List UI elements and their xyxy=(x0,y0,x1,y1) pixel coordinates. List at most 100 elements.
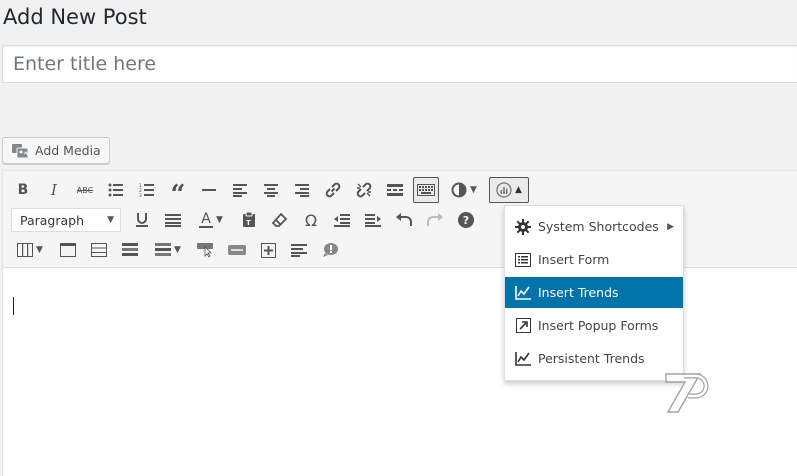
justify-icon xyxy=(165,213,181,227)
help-button[interactable]: ? xyxy=(453,207,479,233)
shortcodes-dropdown-menu: System Shortcodes ▶ Insert Form Insert T… xyxy=(504,205,684,381)
contrast-dropdown-button[interactable]: ▼ xyxy=(444,177,484,203)
align-right-button[interactable] xyxy=(289,177,315,203)
special-character-button[interactable]: Ω xyxy=(298,207,324,233)
strikethrough-icon: ABC xyxy=(76,185,94,195)
chevron-down-icon: ▼ xyxy=(470,185,477,195)
undo-button[interactable] xyxy=(391,207,417,233)
add-media-button[interactable]: Add Media xyxy=(2,137,110,164)
shortcodes-dropdown-button[interactable]: ▲ xyxy=(489,177,529,203)
toolbar-row-1: B I ABC 123 “ ▼ ▲ xyxy=(10,176,534,210)
redo-icon xyxy=(427,213,443,226)
contrast-icon xyxy=(451,182,467,198)
outdent-button[interactable] xyxy=(329,207,355,233)
label-icon xyxy=(228,245,246,255)
clear-formatting-button[interactable] xyxy=(267,207,293,233)
align-center-button[interactable] xyxy=(258,177,284,203)
text-lines-icon xyxy=(291,243,307,257)
redo-button[interactable] xyxy=(422,207,448,233)
chart-badge-icon xyxy=(496,182,512,198)
read-more-button[interactable] xyxy=(382,177,408,203)
menu-item-label: System Shortcodes xyxy=(538,219,659,234)
menu-item-label: Insert Form xyxy=(538,252,610,267)
popup-icon xyxy=(514,317,532,335)
text-cursor xyxy=(13,297,14,315)
menu-item-system-shortcodes[interactable]: System Shortcodes ▶ xyxy=(505,211,683,242)
chevron-down-icon: ▼ xyxy=(216,215,223,225)
eraser-icon xyxy=(272,212,288,227)
remove-link-button[interactable] xyxy=(351,177,377,203)
add-box-button[interactable] xyxy=(255,237,281,263)
menu-item-label: Insert Popup Forms xyxy=(538,318,659,333)
form-icon xyxy=(514,251,532,269)
stripes-button[interactable] xyxy=(117,237,143,263)
align-left-button[interactable] xyxy=(227,177,253,203)
tooltip-button[interactable] xyxy=(317,237,343,263)
bulleted-list-button[interactable] xyxy=(103,177,129,203)
indent-button[interactable] xyxy=(360,207,386,233)
chevron-down-icon: ▼ xyxy=(36,245,43,255)
text-block-button[interactable] xyxy=(286,237,312,263)
columns-dropdown-button[interactable]: ▼ xyxy=(10,237,50,263)
gear-icon xyxy=(514,218,532,236)
clipboard-icon: T xyxy=(243,212,255,227)
numbered-list-button[interactable]: 123 xyxy=(134,177,160,203)
chevron-down-icon: ▼ xyxy=(174,245,181,255)
strikethrough-button[interactable]: ABC xyxy=(72,177,98,203)
media-icon xyxy=(11,143,29,159)
underline-button[interactable] xyxy=(129,207,155,233)
watermark-logo xyxy=(654,368,712,422)
list-block-icon xyxy=(155,243,172,256)
menu-item-insert-form[interactable]: Insert Form xyxy=(505,244,683,275)
blockquote-button[interactable]: “ xyxy=(165,177,191,210)
paste-as-text-button[interactable]: T xyxy=(236,207,262,233)
help-icon: ? xyxy=(458,212,474,228)
italic-button[interactable]: I xyxy=(41,177,67,203)
speech-bubble-icon xyxy=(323,243,338,257)
label-button[interactable] xyxy=(224,237,250,263)
chevron-right-icon: ▶ xyxy=(667,221,674,232)
text-color-swatch xyxy=(199,225,214,228)
button-insert-button[interactable] xyxy=(193,237,219,263)
button-cursor-icon xyxy=(197,243,213,258)
toolbar-row-2: Paragraph ▼ A ▼ T Ω ? xyxy=(10,206,484,234)
align-center-icon xyxy=(264,183,278,197)
list-style-dropdown-button[interactable]: ▼ xyxy=(148,237,188,263)
toolbar-toggle-button[interactable] xyxy=(413,177,439,203)
text-color-button[interactable]: A ▼ xyxy=(191,207,231,233)
link-icon xyxy=(325,182,341,198)
unlink-icon xyxy=(356,182,372,198)
read-more-icon xyxy=(387,184,403,196)
justify-button[interactable] xyxy=(160,207,186,233)
stripes-icon xyxy=(122,243,138,256)
horizontal-line-button[interactable] xyxy=(196,177,222,203)
align-right-icon xyxy=(295,183,309,197)
underline-icon xyxy=(136,213,148,227)
bold-icon: B xyxy=(17,182,29,198)
horizontal-line-icon xyxy=(202,189,216,191)
bulleted-list-icon xyxy=(108,183,123,197)
indent-icon xyxy=(365,213,381,227)
post-title-input[interactable] xyxy=(2,45,797,83)
svg-text:3: 3 xyxy=(139,193,142,197)
blockquote-icon: “ xyxy=(170,180,186,210)
trend-chart-icon xyxy=(514,350,532,368)
format-select[interactable]: Paragraph ▼ xyxy=(11,208,121,232)
box-button[interactable] xyxy=(55,237,81,263)
menu-item-insert-trends[interactable]: Insert Trends xyxy=(505,277,683,308)
insert-link-button[interactable] xyxy=(320,177,346,203)
align-left-icon xyxy=(233,183,247,197)
outdent-icon xyxy=(334,213,350,227)
italic-icon: I xyxy=(51,181,57,199)
bold-button[interactable]: B xyxy=(10,177,36,203)
trend-chart-icon xyxy=(514,284,532,302)
menu-item-label: Persistent Trends xyxy=(538,351,645,366)
chevron-up-icon: ▲ xyxy=(515,185,522,195)
omega-icon: Ω xyxy=(304,210,318,230)
chevron-down-icon: ▼ xyxy=(107,215,114,225)
numbered-list-icon: 123 xyxy=(139,183,154,197)
plus-box-icon xyxy=(260,242,276,258)
text-color-glyph: A xyxy=(201,210,211,227)
rows-button[interactable] xyxy=(86,237,112,263)
menu-item-insert-popup-forms[interactable]: Insert Popup Forms xyxy=(505,310,683,341)
